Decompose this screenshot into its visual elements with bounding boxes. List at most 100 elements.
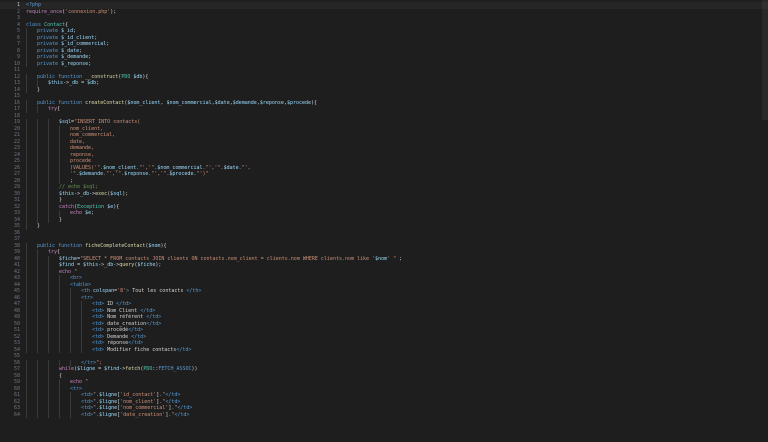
code-token: $nom_client	[127, 99, 161, 106]
code-token: exec	[95, 190, 108, 197]
code-token: <th	[81, 288, 94, 294]
code-token: Tout les contacts	[132, 288, 187, 294]
code-token: procédé	[107, 327, 129, 333]
code-token: $_id_commercial	[61, 41, 107, 47]
code-token: </td>	[177, 405, 193, 411]
code-token: class	[26, 21, 45, 28]
code-token: ."','".	[148, 171, 170, 177]
code-token: "SELECT * FROM contacts JOIN clients ON …	[80, 255, 376, 262]
code-token: $nom	[375, 255, 388, 262]
code-token: _db	[80, 190, 90, 197]
code-token: ."',	[238, 164, 251, 171]
code-token: $sql	[59, 119, 72, 125]
code-text[interactable]: <td>".$ligne['date_creation']."</td>	[81, 412, 189, 419]
code-token: <td>	[81, 392, 94, 398]
code-token: private	[37, 34, 62, 41]
code-token: $fiche	[137, 262, 156, 268]
code-token: Demande	[107, 333, 132, 340]
code-token: $nom_commercial	[166, 99, 212, 106]
code-token: ){	[142, 73, 149, 80]
code-token: </td>	[146, 314, 162, 320]
code-token: ficheCompleteContact	[85, 242, 146, 249]
code-token: ID	[107, 301, 117, 307]
code-token: FETCH_ASSOC	[158, 366, 192, 372]
code-token: $date	[223, 164, 239, 171]
code-lines[interactable]: 1 <?php 2 require_once('connexion.php'); 3 4 c…	[0, 2, 768, 418]
code-token: ."')"	[193, 171, 209, 177]
code-token: $demande	[232, 99, 257, 106]
indent-guide	[48, 411, 49, 418]
code-token: $_date	[61, 47, 80, 54]
code-token: fetch	[125, 366, 141, 372]
code-token: </td>	[140, 307, 156, 314]
code-token: ";	[96, 359, 103, 366]
code-token: $procede	[169, 171, 194, 177]
code-token: ){	[113, 203, 120, 210]
code-token: $fiche	[59, 255, 78, 262]
code-token: public function	[37, 242, 86, 249]
code-token: <td>	[92, 301, 108, 307]
code-token: $this	[59, 190, 75, 197]
scrollbar-thumb[interactable]	[762, 0, 768, 120]
code-token: Contact	[44, 21, 66, 28]
code-token: Nom Client	[107, 307, 141, 314]
code-token: '".	[70, 171, 80, 177]
code-token: 'id_contact'	[120, 392, 157, 398]
code-token: private	[37, 28, 62, 34]
code-token: private	[37, 60, 62, 67]
code-token: $reponse	[259, 99, 284, 106]
code-token: ;	[106, 41, 110, 47]
code-token: ;	[88, 54, 92, 60]
code-token: _db	[104, 262, 114, 268]
code-token: $ligne	[99, 398, 118, 405]
code-token: <td>	[81, 398, 94, 405]
code-token: </td>	[116, 301, 132, 307]
code-token: $ligne	[99, 411, 118, 418]
code-token: date_creation	[107, 320, 147, 327]
code-token: <td>	[92, 340, 108, 346]
code-token: PDO	[121, 73, 134, 80]
code-token: ;	[70, 177, 74, 184]
line-number: 64	[13, 411, 20, 418]
code-token: try	[48, 106, 58, 112]
code-token: <td>	[81, 411, 94, 418]
code-token: $db	[87, 80, 97, 86]
code-line[interactable]: 64 <td>".$ligne['date_creation']."</td>	[0, 411, 768, 419]
code-token: $nom	[148, 242, 161, 249]
code-token: '8'	[117, 288, 127, 294]
code-token: </td>	[128, 327, 144, 333]
code-token: ' "	[387, 255, 397, 262]
code-token: require_once	[26, 8, 63, 15]
code-token: <tr>	[70, 385, 83, 392]
code-token: public function	[37, 73, 86, 80]
code-token: date,	[70, 138, 86, 145]
code-token: "	[85, 379, 89, 385]
code-token: <table>	[70, 281, 92, 288]
vertical-scrollbar[interactable]	[762, 0, 768, 442]
code-token: }	[37, 223, 41, 229]
code-token: </td>	[176, 346, 192, 353]
code-token: catch	[59, 203, 75, 210]
code-token: <tr>	[81, 294, 94, 301]
code-editor[interactable]: 1 <?php 2 require_once('connexion.php'); 3 4 c…	[0, 0, 768, 442]
code-token: echo	[59, 268, 75, 275]
code-token: _db	[69, 80, 79, 86]
code-token: =	[95, 366, 105, 372]
code-token: 'nom_client'	[120, 398, 157, 405]
code-token: <td>	[92, 314, 108, 320]
code-token: $_id	[61, 28, 74, 34]
code-token: echo	[70, 379, 86, 385]
code-token: </td>	[131, 333, 147, 340]
code-token: </tr>	[81, 359, 97, 366]
code-token: );	[155, 262, 162, 268]
code-token: private	[37, 47, 62, 54]
code-token: </td>	[128, 340, 144, 346]
code-token: nom_client,	[70, 125, 104, 132]
code-token: demande,	[70, 145, 95, 151]
code-token: $_id_client	[61, 34, 95, 41]
code-token: ."','".	[202, 164, 224, 171]
code-token: );	[110, 8, 117, 15]
code-token: public function	[37, 99, 86, 106]
code-token: $procede	[286, 99, 312, 106]
code-token: $ligne	[99, 392, 118, 398]
